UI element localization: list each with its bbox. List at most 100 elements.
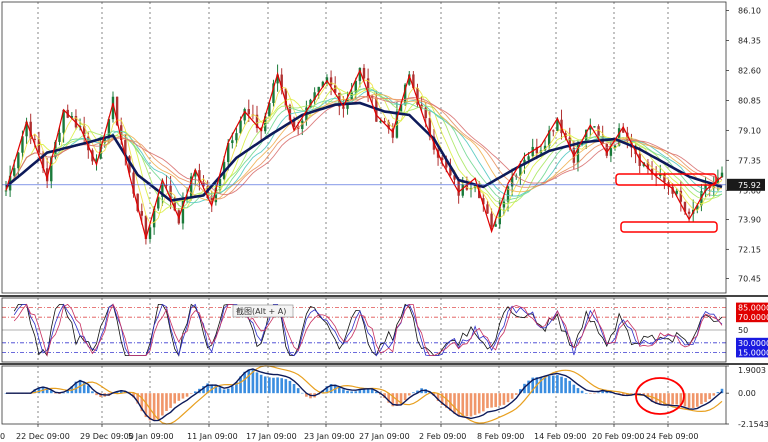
time-axis-label: 11 Jan 09:00: [187, 432, 238, 441]
macd-bar: [296, 388, 300, 394]
candle-body: [17, 152, 20, 169]
macd-bar: [502, 393, 506, 405]
macd-bar: [704, 393, 707, 402]
macd-bar: [658, 393, 662, 405]
macd-bar: [354, 391, 358, 394]
time-axis-label: 22 Dec 09:00: [16, 432, 70, 441]
time-axis-label: 20 Feb 09:00: [592, 432, 644, 441]
macd-bar: [280, 378, 284, 394]
panel-frame: [1, 365, 727, 425]
macd-bar: [350, 391, 353, 394]
current-price-label: 75.92: [738, 181, 761, 190]
macd-bar: [543, 376, 547, 394]
candle-body: [552, 130, 555, 132]
candle-body: [362, 67, 366, 79]
macd-bar: [243, 371, 246, 394]
macd-bar: [189, 393, 193, 394]
price-tick-label: 70.45: [738, 274, 761, 283]
macd-bar: [218, 387, 222, 394]
macd-bar: [691, 393, 695, 408]
time-axis-label: 14 Feb 09:00: [534, 432, 586, 441]
panel-frame: [1, 1, 727, 294]
macd-bar: [506, 393, 510, 403]
macd-bar: [477, 393, 481, 414]
macd-bar: [156, 393, 160, 420]
macd-bar: [222, 389, 226, 394]
candle-body: [609, 148, 613, 156]
macd-bar: [465, 393, 469, 417]
macd-bar: [687, 393, 691, 408]
osc-level-label: 85.0000: [738, 304, 768, 313]
time-axis-label: 17 Jan 09:00: [246, 432, 297, 441]
macd-bar: [568, 380, 572, 394]
macd-bar: [173, 393, 177, 404]
macd-tick-label: 0.00: [738, 389, 756, 398]
macd-bar: [486, 393, 489, 409]
macd-bar: [407, 393, 411, 396]
macd-bar: [584, 393, 588, 394]
time-axis-label-fragment: 0: [0, 432, 5, 441]
candle-body: [4, 190, 8, 192]
macd-bar: [366, 389, 370, 394]
macd-signal-line: [6, 365, 723, 425]
screenshot-tooltip: 截图(Alt + A): [236, 306, 286, 316]
macd-bar: [700, 393, 703, 405]
macd-line: [6, 368, 723, 422]
candle-body: [527, 156, 530, 160]
macd-bar: [255, 372, 259, 394]
macd-bar: [346, 390, 349, 394]
macd-bar: [560, 376, 563, 394]
candle-body: [490, 213, 493, 227]
macd-bar: [185, 393, 189, 397]
candle-body: [235, 133, 238, 141]
candle-body: [687, 211, 691, 214]
macd-bar: [482, 393, 485, 412]
price-tick-label: 86.10: [738, 7, 761, 16]
macd-bar: [231, 386, 234, 394]
candle-body: [663, 174, 666, 183]
candle-body: [148, 227, 152, 239]
price-tick-label: 84.35: [738, 37, 761, 46]
time-axis-label: 2 Feb 09:00: [419, 432, 466, 441]
macd-bar: [675, 393, 679, 405]
macd-bar: [300, 392, 304, 394]
candle-body: [140, 211, 143, 216]
macd-bar: [226, 388, 230, 394]
macd-bar: [152, 393, 156, 422]
chart-window[interactable]: 86.1084.3582.6080.8579.1077.3575.6073.90…: [0, 0, 768, 442]
macd-bar: [292, 384, 296, 394]
macd-bar: [498, 393, 502, 406]
candle-body: [329, 77, 333, 86]
candle-body: [675, 190, 678, 194]
macd-bar: [490, 393, 493, 408]
osc-level-label: 30.0000: [738, 339, 768, 348]
candle-body: [486, 204, 489, 214]
macd-bar: [86, 385, 90, 394]
macd-bar: [276, 377, 279, 394]
candle-body: [457, 179, 460, 196]
macd-bar: [284, 379, 288, 394]
time-axis-label: 23 Jan 09:00: [304, 432, 355, 441]
price-tick-label: 82.60: [738, 66, 761, 75]
macd-bar: [564, 378, 567, 394]
highlight-box-bottom[interactable]: [620, 221, 718, 233]
macd-bar: [247, 369, 251, 394]
macd-bar: [671, 393, 674, 405]
macd-bar: [556, 375, 559, 394]
macd-bar: [263, 376, 267, 394]
macd-bar: [362, 389, 366, 394]
osc-level-label: 50: [738, 326, 748, 335]
macd-bar: [696, 393, 699, 407]
time-axis-label: 24 Feb 09:00: [646, 432, 698, 441]
macd-bar: [469, 393, 473, 417]
macd-bar: [272, 377, 275, 394]
price-tick-label: 80.85: [738, 96, 761, 105]
candle-body: [239, 120, 242, 134]
macd-bar: [181, 393, 185, 399]
macd-bar: [510, 393, 514, 399]
macd-bar: [169, 393, 172, 408]
macd-bar: [716, 392, 720, 394]
macd-bar: [597, 392, 600, 394]
macd-bar: [572, 384, 576, 394]
macd-bar: [593, 393, 596, 394]
